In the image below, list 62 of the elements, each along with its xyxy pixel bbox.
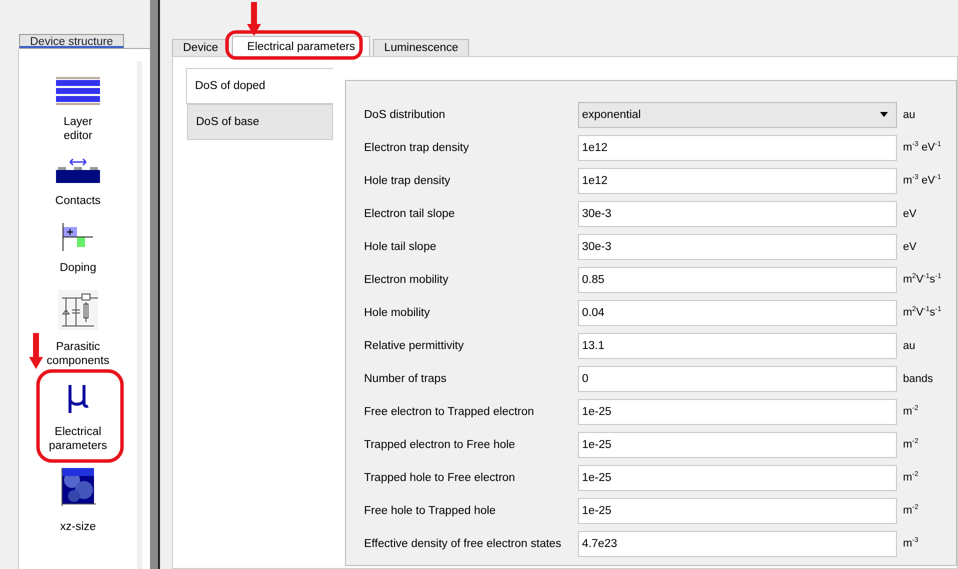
unit-label: eV — [903, 240, 916, 252]
sidebar-item[interactable]: Parasitic components — [46, 290, 110, 368]
annotation-arrow — [29, 333, 43, 369]
tab[interactable]: Electrical parameters — [232, 36, 370, 56]
field-label: Number of traps — [364, 372, 448, 384]
side-tab[interactable]: DoS of base — [187, 104, 333, 140]
doping-chart-icon — [60, 223, 95, 251]
annotation-arrow — [247, 2, 261, 36]
input-field[interactable]: 0 — [578, 366, 897, 392]
unit-label: au — [903, 340, 916, 352]
input-field[interactable]: 4.7e23 — [578, 530, 897, 556]
field-label: Electron mobility — [364, 274, 450, 286]
unit-label: m$^{-2}$ — [903, 405, 918, 418]
sidebar-item[interactable]: Contacts — [55, 158, 101, 208]
unit-label: bands — [903, 372, 933, 384]
input-field[interactable]: 0.85 — [578, 266, 897, 292]
input-field[interactable]: 0.04 — [578, 300, 897, 326]
field-label: Trapped electron to Free hole — [364, 438, 516, 450]
field-label: Hole trap density — [364, 174, 452, 186]
unit-label: au — [903, 108, 916, 120]
unit-label: m$^{-3}$ eV$^{-1}$ — [903, 174, 942, 187]
field-label: DoS distribution — [364, 108, 446, 120]
unit-label: m$^{-2}$ — [903, 504, 918, 517]
unit-label: m$^{-3}$ eV$^{-1}$ — [903, 141, 942, 154]
field-label: Hole mobility — [364, 306, 431, 318]
field-label: Effective density of free electron states — [364, 538, 562, 550]
circuit-icon — [58, 290, 98, 330]
input-field[interactable]: 30e-3 — [578, 200, 897, 226]
unit-label: m$^{-2}$ — [903, 438, 918, 451]
mu-symbol-icon — [66, 383, 90, 415]
input-field[interactable]: 1e-25 — [578, 398, 897, 424]
unit-label: m$^{2}$V$^{-1}$s$^{-1}$ — [903, 273, 942, 286]
input-field[interactable]: 1e-25 — [578, 498, 897, 524]
field-label: Trapped hole to Free electron — [364, 472, 516, 484]
input-field[interactable]: 1e-25 — [578, 432, 897, 458]
field-label: Free electron to Trapped electron — [364, 406, 536, 418]
input-field[interactable]: 1e12 — [578, 168, 897, 194]
tab[interactable]: Luminescence — [373, 39, 470, 56]
layers-icon — [56, 77, 100, 105]
contacts-icon — [56, 158, 100, 184]
field-label: Hole tail slope — [364, 240, 438, 252]
sidebar-item[interactable]: Layer editor — [56, 77, 100, 143]
unit-label: m$^{2}$V$^{-1}$s$^{-1}$ — [903, 306, 942, 319]
tab[interactable]: Device — [172, 39, 230, 56]
unit-label: eV — [903, 208, 916, 220]
sidebar-item[interactable]: Doping — [60, 223, 96, 275]
unit-label: m$^{-2}$ — [903, 471, 918, 484]
input-field[interactable]: 30e-3 — [578, 234, 897, 260]
input-field[interactable]: 1e-25 — [578, 464, 897, 490]
sidebar-item[interactable]: xz-size — [58, 468, 98, 534]
field-label: Free hole to Trapped hole — [364, 504, 497, 516]
splitter[interactable] — [150, 0, 160, 569]
field-label: Electron tail slope — [364, 208, 456, 220]
device-structure-tab[interactable]: Device structure — [19, 34, 124, 48]
input-field[interactable]: 1e12 — [578, 134, 897, 160]
field-label: Electron trap density — [364, 142, 470, 154]
unit-label: m$^{-3}$ — [903, 537, 918, 550]
caret-icon — [880, 112, 888, 117]
side-tab[interactable]: DoS of doped — [186, 68, 333, 104]
field-label: Relative permittivity — [364, 340, 465, 352]
dropdown[interactable]: exponential — [578, 102, 897, 128]
input-field[interactable]: 13.1 — [578, 332, 897, 358]
